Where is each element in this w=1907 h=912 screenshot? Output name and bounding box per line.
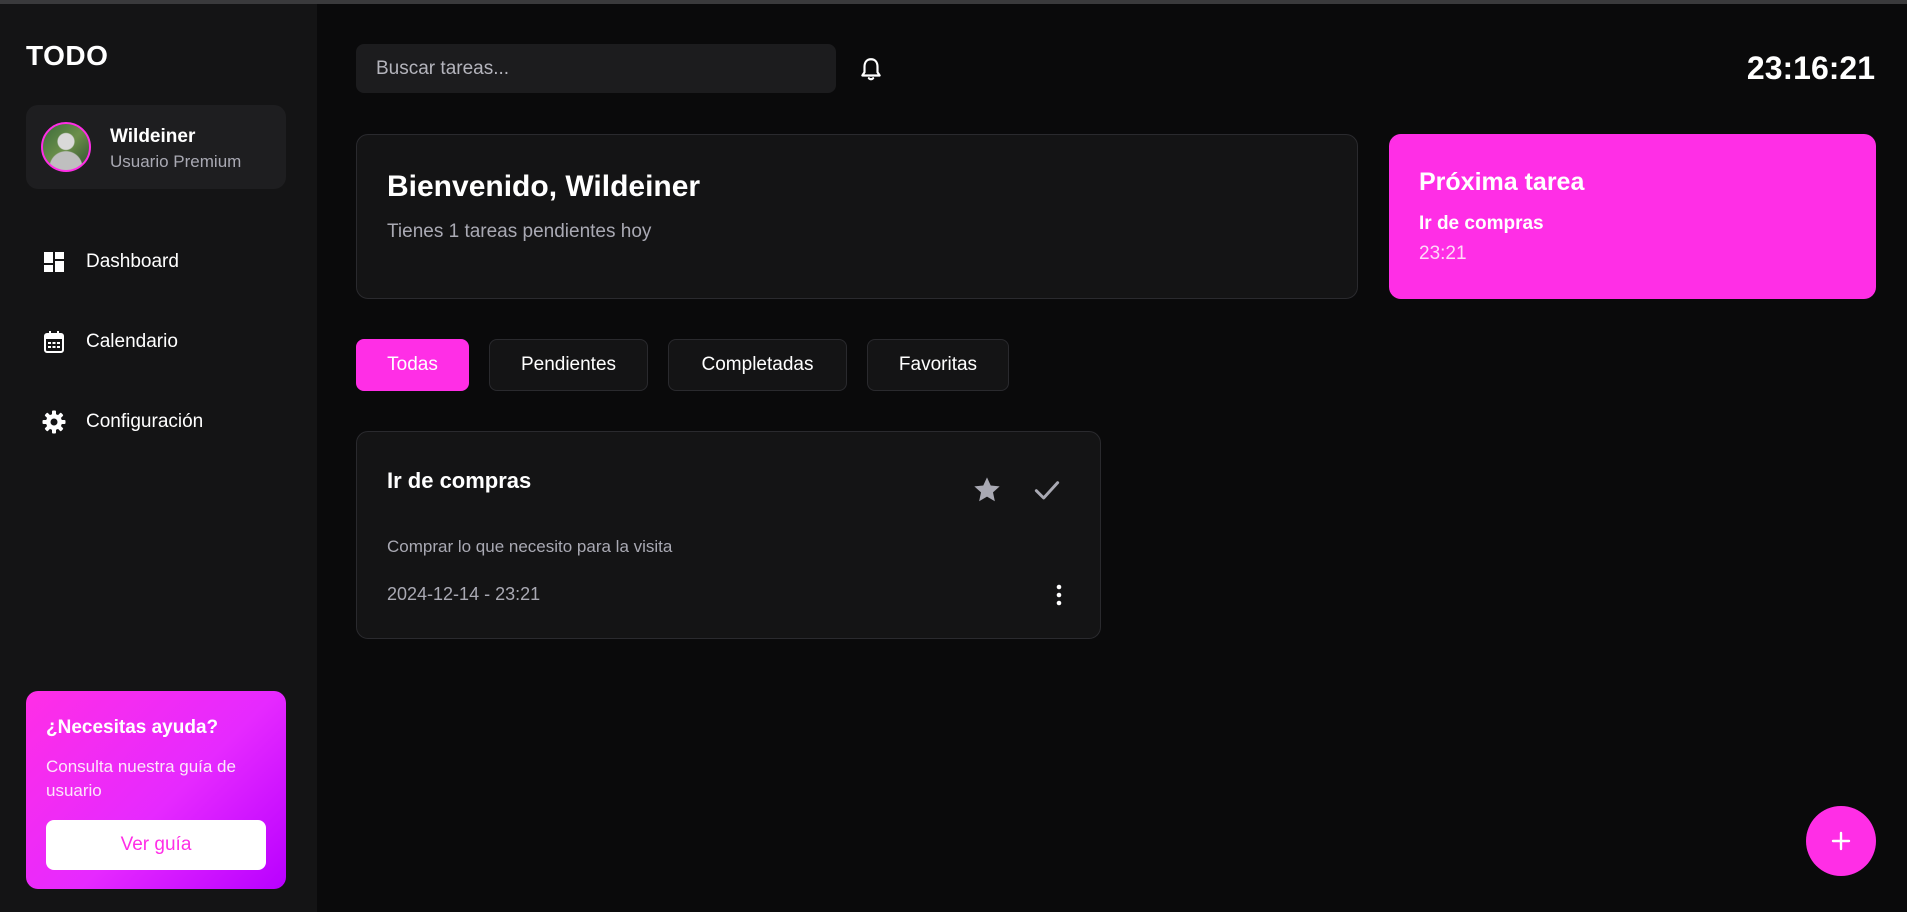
sidebar-item-label: Dashboard — [86, 251, 179, 272]
sidebar: TODO Wildeiner Usuario Premium Dashboard… — [0, 4, 317, 912]
sidebar-item-label: Calendario — [86, 331, 178, 352]
plus-icon — [1831, 831, 1851, 851]
check-icon[interactable] — [1031, 474, 1063, 506]
help-text: Consulta nuestra guía de usuario — [46, 757, 236, 800]
task-title: Ir de compras — [387, 468, 532, 493]
calendar-icon — [44, 331, 64, 353]
tab-favoritas[interactable]: Favoritas — [867, 339, 1009, 391]
help-title: ¿Necesitas ayuda? — [46, 717, 219, 738]
avatar — [41, 122, 91, 172]
view-guide-button[interactable]: Ver guía — [46, 820, 266, 870]
help-card: ¿Necesitas ayuda? Consulta nuestra guía … — [26, 691, 286, 889]
profile-plan: Usuario Premium — [110, 152, 242, 171]
gear-icon — [42, 410, 66, 434]
sidebar-item-calendario[interactable]: Calendario — [26, 318, 286, 366]
next-task-title: Próxima tarea — [1419, 168, 1585, 196]
more-vertical-icon[interactable] — [1049, 581, 1069, 609]
next-task-name: Ir de compras — [1419, 213, 1544, 234]
task-datetime: 2024-12-14 - 23:21 — [387, 584, 541, 604]
tab-todas[interactable]: Todas — [356, 339, 469, 391]
star-icon[interactable] — [971, 474, 1003, 506]
task-card[interactable]: Ir de compras Comprar lo que necesito pa… — [356, 431, 1101, 639]
bell-icon[interactable] — [858, 56, 884, 82]
task-description: Comprar lo que necesito para la visita — [387, 537, 673, 556]
tab-completadas[interactable]: Completadas — [668, 339, 847, 391]
next-task-time: 23:21 — [1419, 243, 1467, 264]
clock: 23:16:21 — [1746, 50, 1875, 86]
sidebar-item-label: Configuración — [86, 411, 204, 432]
tab-pendientes[interactable]: Pendientes — [489, 339, 648, 391]
dashboard-icon — [44, 252, 64, 272]
sidebar-item-dashboard[interactable]: Dashboard — [26, 238, 286, 286]
welcome-card: Bienvenido, Wildeiner Tienes 1 tareas pe… — [356, 134, 1358, 299]
welcome-subtitle: Tienes 1 tareas pendientes hoy — [387, 221, 652, 242]
add-task-button[interactable] — [1806, 806, 1876, 876]
search-input[interactable] — [356, 44, 836, 93]
welcome-title: Bienvenido, Wildeiner — [387, 170, 701, 203]
profile-name: Wildeiner — [110, 126, 196, 147]
app-logo: TODO — [26, 40, 109, 71]
sidebar-item-configuracion[interactable]: Configuración — [26, 398, 286, 446]
next-task-card[interactable]: Próxima tarea Ir de compras 23:21 — [1389, 134, 1876, 299]
user-profile-card[interactable]: Wildeiner Usuario Premium — [26, 105, 286, 189]
